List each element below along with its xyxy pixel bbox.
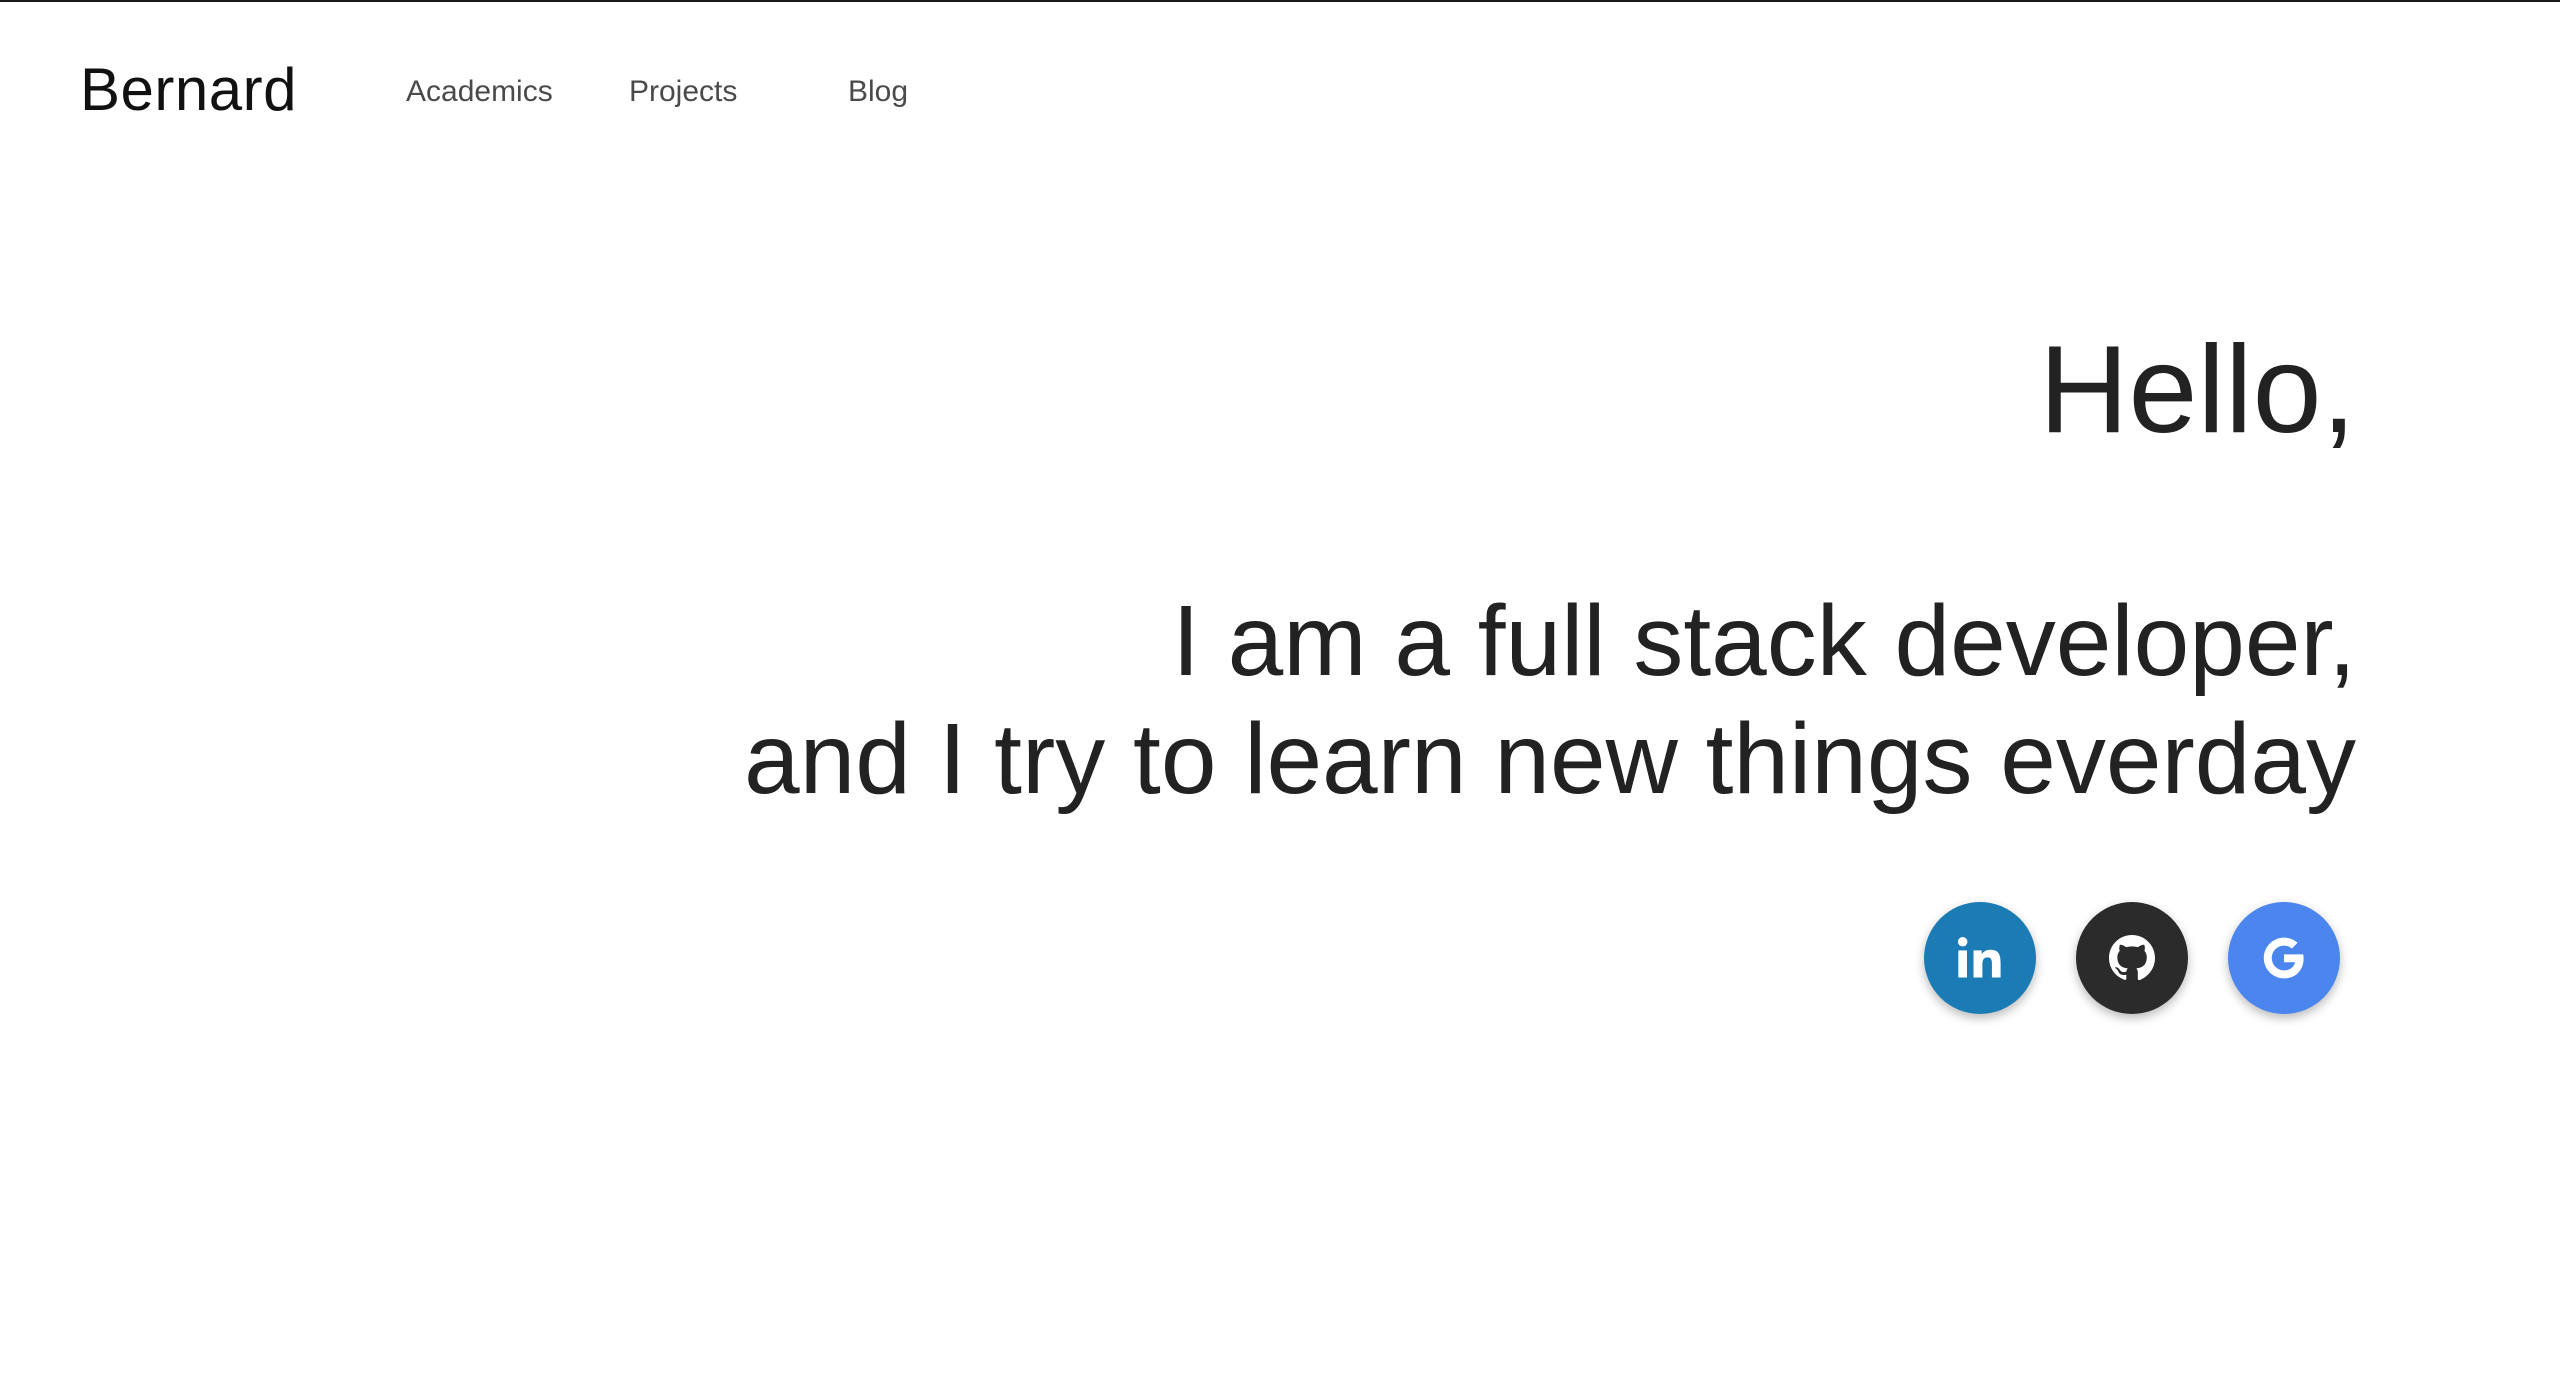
hero-tagline: I am a full stack developer, and I try t… (744, 582, 2356, 818)
linkedin-button[interactable] (1924, 902, 2036, 1014)
nav-link-projects[interactable]: Projects (629, 72, 737, 112)
google-button[interactable] (2228, 902, 2340, 1014)
hero-tagline-line2: and I try to learn new things everday (743, 703, 2356, 815)
hero-tagline-line1: I am a full stack developer, (1172, 585, 2356, 697)
nav-link-blog[interactable]: Blog (848, 72, 908, 112)
hero-greeting: Hello, (2038, 321, 2356, 459)
brand-logo[interactable]: Bernard (80, 54, 297, 126)
page: Bernard Academics Projects Blog Hello, I… (0, 0, 2560, 1380)
google-icon (2263, 937, 2304, 979)
linkedin-icon (1957, 936, 2001, 978)
github-icon (2109, 935, 2155, 981)
github-button[interactable] (2076, 902, 2188, 1014)
navbar: Bernard Academics Projects Blog (0, 2, 2560, 182)
nav-link-academics[interactable]: Academics (406, 72, 553, 112)
social-links (1924, 902, 2340, 1014)
